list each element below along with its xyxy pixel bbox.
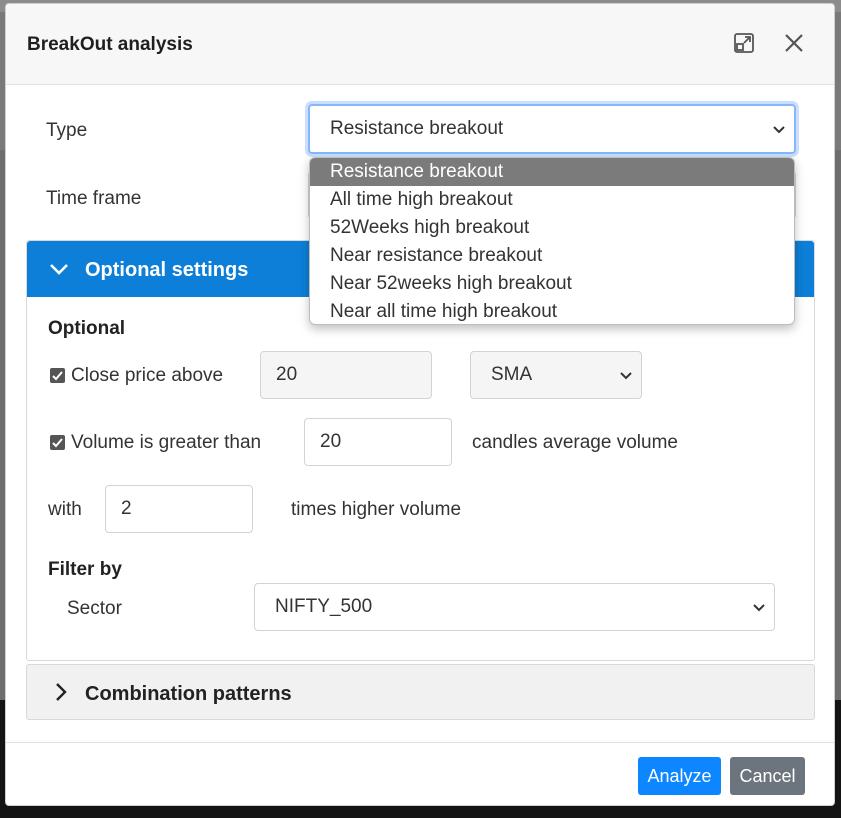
volume-checkbox[interactable] xyxy=(50,435,65,450)
type-dropdown-list: Resistance breakout All time high breako… xyxy=(309,157,795,325)
combination-patterns-header[interactable]: Combination patterns xyxy=(26,664,815,720)
maximize-icon[interactable] xyxy=(732,31,756,55)
sector-label: Sector xyxy=(67,598,122,619)
dropdown-option[interactable]: 52Weeks high breakout xyxy=(310,214,794,242)
optional-label: Optional xyxy=(48,318,126,339)
with-suffix: times higher volume xyxy=(291,499,462,520)
dialog-header: BreakOut analysis xyxy=(6,4,834,85)
chevron-right-icon xyxy=(56,683,67,701)
volume-label: Volume is greater than xyxy=(71,432,262,453)
with-input[interactable] xyxy=(105,485,253,533)
check-icon xyxy=(52,371,63,381)
type-label: Type xyxy=(46,120,88,141)
check-icon xyxy=(52,438,63,448)
analyze-button[interactable]: Analyze xyxy=(638,757,721,795)
close-price-checkbox[interactable] xyxy=(50,368,65,383)
close-icon[interactable] xyxy=(782,31,806,55)
dropdown-option[interactable]: All time high breakout xyxy=(310,186,794,214)
chevron-down-icon xyxy=(773,126,785,134)
type-select-value: Resistance breakout xyxy=(330,118,504,139)
breakout-dialog: BreakOut analysis Type Resistance breako… xyxy=(5,3,835,806)
close-price-label: Close price above xyxy=(71,365,224,386)
volume-input[interactable] xyxy=(304,418,452,466)
chevron-down-icon xyxy=(50,264,68,275)
ma-type-select[interactable]: SMA xyxy=(470,351,642,399)
chevron-down-icon xyxy=(753,604,765,612)
with-label: with xyxy=(48,499,82,520)
sector-select[interactable]: NIFTY_500 xyxy=(254,583,775,631)
ma-type-value: SMA xyxy=(491,364,533,385)
dialog-title: BreakOut analysis xyxy=(27,34,193,55)
optional-settings-title: Optional settings xyxy=(85,259,249,281)
time-frame-label: Time frame xyxy=(46,188,142,209)
volume-suffix: candles average volume xyxy=(472,432,678,453)
chevron-down-icon xyxy=(620,372,632,380)
sector-select-value: NIFTY_500 xyxy=(275,596,373,617)
dropdown-option[interactable]: Near 52weeks high breakout xyxy=(310,270,794,298)
filter-by-label: Filter by xyxy=(48,559,122,580)
dropdown-option[interactable]: Near all time high breakout xyxy=(310,298,794,324)
dialog-footer: Analyze Cancel xyxy=(6,742,834,806)
dropdown-option[interactable]: Resistance breakout xyxy=(310,158,794,186)
close-price-input[interactable] xyxy=(260,351,432,399)
type-select[interactable]: Resistance breakout xyxy=(308,104,796,154)
cancel-button[interactable]: Cancel xyxy=(730,757,805,795)
dropdown-option[interactable]: Near resistance breakout xyxy=(310,242,794,270)
combination-patterns-title: Combination patterns xyxy=(85,683,292,705)
